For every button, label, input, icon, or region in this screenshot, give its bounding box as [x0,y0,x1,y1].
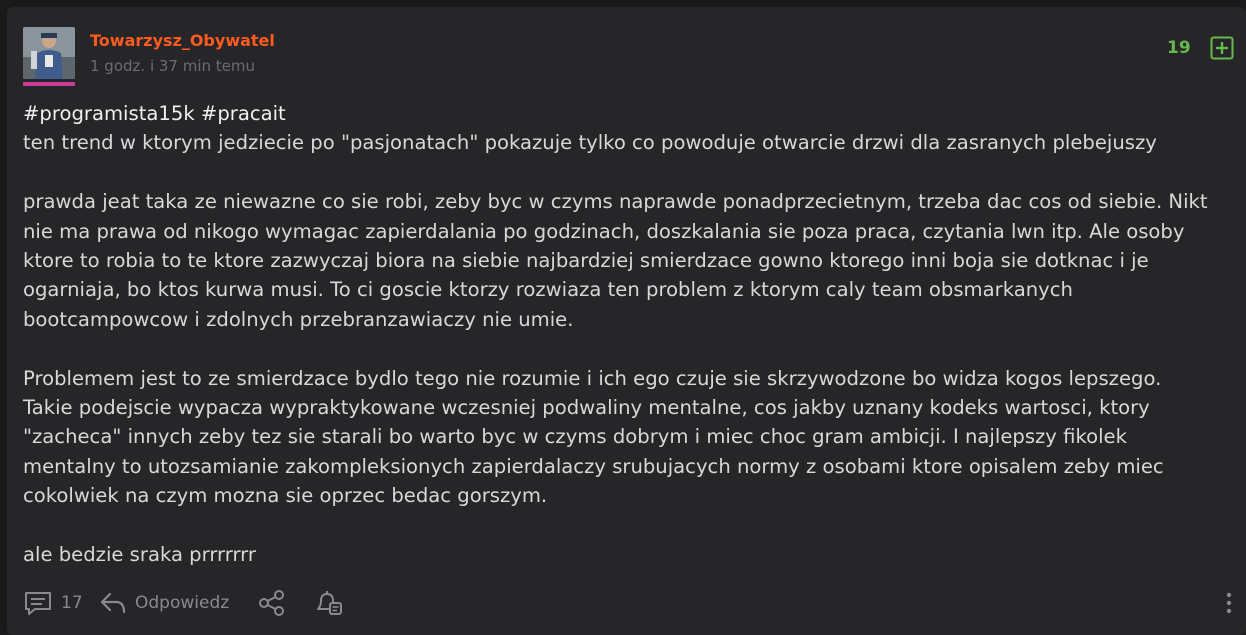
vote-count: 19 [1167,38,1191,58]
avatar-color-bar [23,82,75,86]
comments-button[interactable]: 17 [23,588,83,618]
share-icon [257,589,287,617]
post-card: Towarzysz_Obywatel 1 godz. i 37 min temu… [7,7,1246,635]
post-tags[interactable]: #programista15k #pracait [23,99,1233,128]
avatar[interactable] [23,27,77,86]
bell-icon [313,589,343,617]
comments-count: 17 [61,593,83,613]
post-body: #programista15k #pracait ten trend w kto… [23,99,1233,569]
reply-arrow-icon [99,590,127,616]
more-vertical-icon [1225,590,1233,616]
avatar-image [23,27,75,79]
post-actions: 17 Odpowiedz [23,588,1233,618]
post-paragraph: ten trend w ktorym jedziecie po "pasjona… [23,131,1157,155]
reply-button[interactable]: Odpowiedz [99,588,229,618]
post-paragraph: Problemem jest to ze smierdzace bydlo te… [23,366,1164,508]
author-username[interactable]: Towarzysz_Obywatel [90,31,275,50]
post-paragraph: prawda jeat taka ze niewazne co sie robi… [23,190,1208,331]
comments-icon [23,590,53,616]
post-timestamp[interactable]: 1 godz. i 37 min temu [90,57,255,75]
plus-square-icon[interactable] [1210,36,1234,60]
notify-button[interactable] [313,588,343,618]
post-paragraph: ale bedzie sraka prrrrrrr [23,543,256,567]
more-options-button[interactable] [1225,588,1233,618]
share-button[interactable] [257,588,287,618]
reply-label: Odpowiedz [135,593,230,613]
